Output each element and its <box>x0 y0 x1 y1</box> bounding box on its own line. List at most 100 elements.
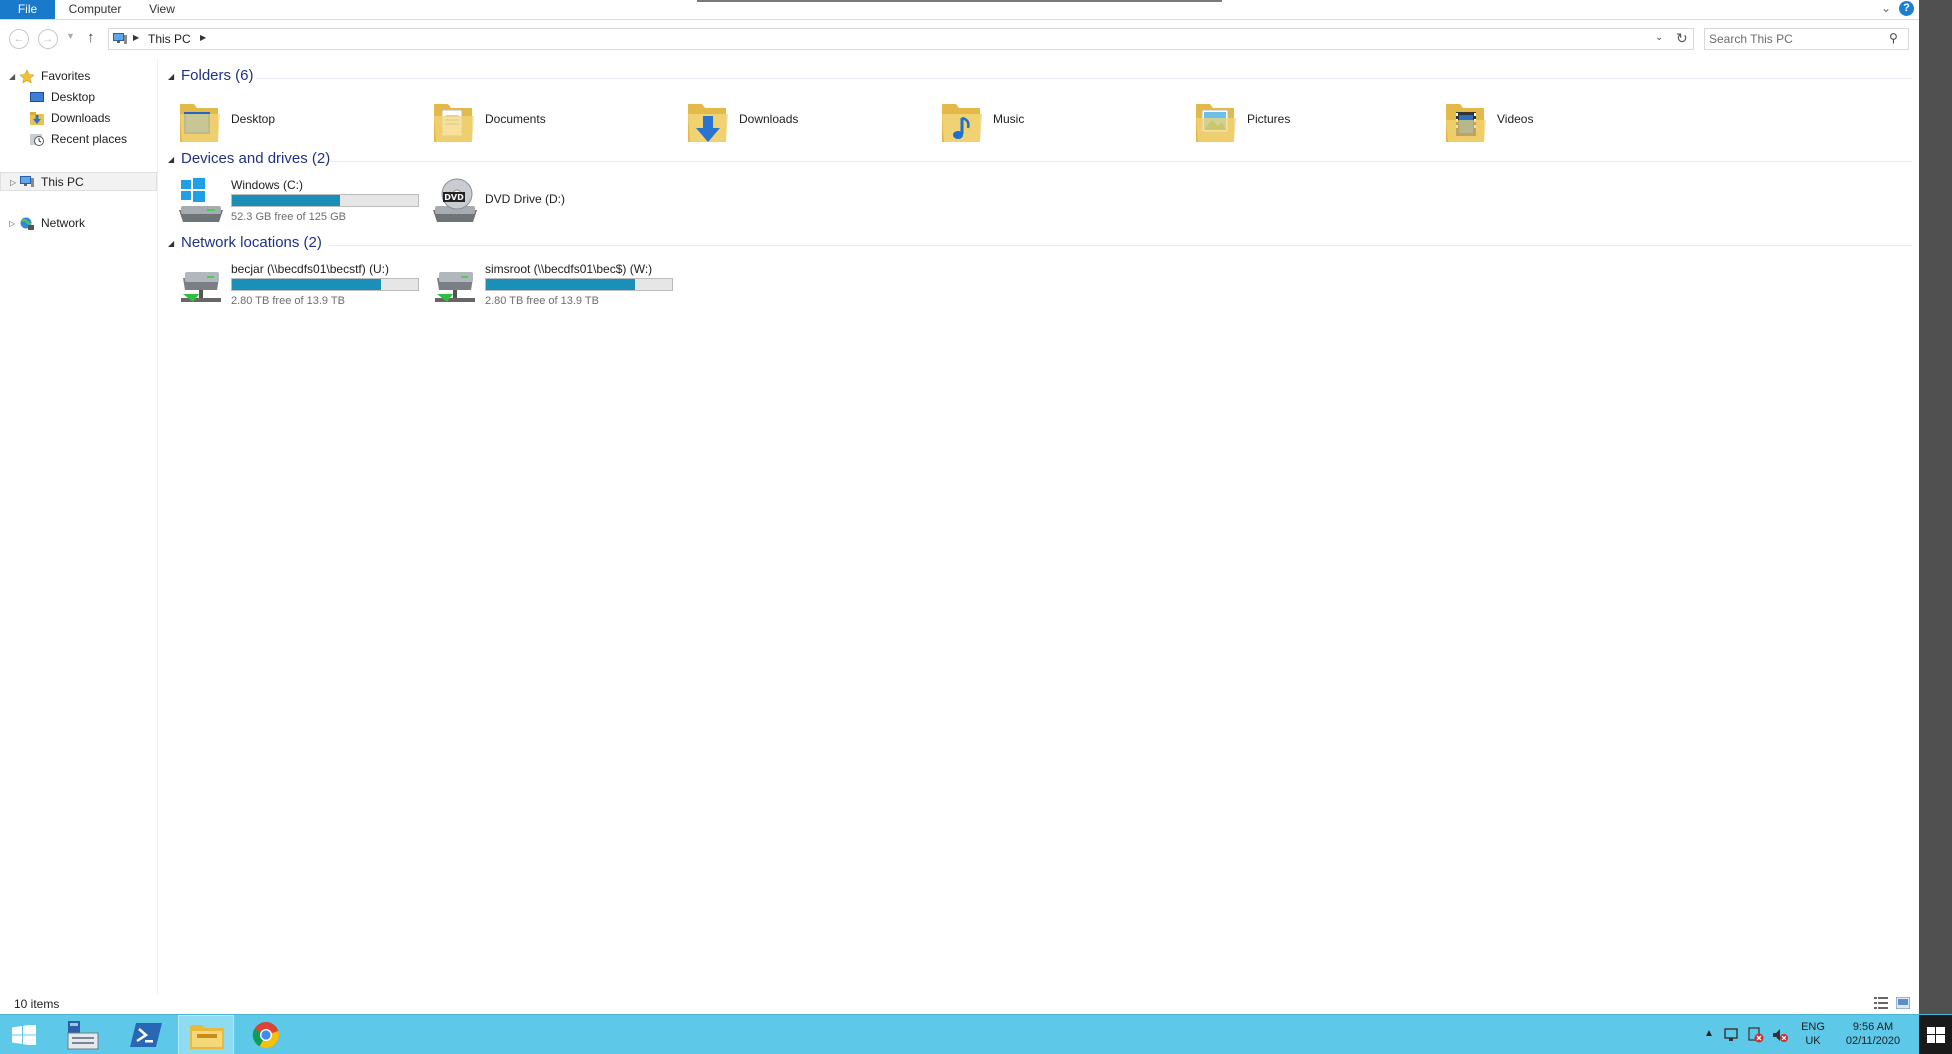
search-icon[interactable]: ⚲ <box>1889 31 1898 45</box>
language-code: ENG <box>1801 1021 1825 1033</box>
network-icon <box>20 217 34 230</box>
powershell-button[interactable] <box>118 1015 174 1054</box>
server-manager-icon <box>67 1021 99 1050</box>
drive-free-space: 2.80 TB free of 13.9 TB <box>485 295 599 307</box>
nav-item-network[interactable]: ▷ Network <box>0 214 157 233</box>
address-bar[interactable]: ▶ This PC ▶ ⌄ ↻ <box>108 28 1694 50</box>
nav-item-label: Network <box>41 216 86 230</box>
address-history-chevron-icon[interactable]: ⌄ <box>1655 32 1663 43</box>
folder-label: Desktop <box>231 112 276 126</box>
drive-windows-c[interactable]: Windows (C:) 52.3 GB free of 125 GB <box>166 176 419 232</box>
drive-dvd-d[interactable]: DVD DVD Drive (D:) <box>420 176 670 232</box>
folder-desktop[interactable]: Desktop <box>166 92 366 148</box>
action-center-error-icon[interactable] <box>1748 1027 1764 1043</box>
drive-usage-bar <box>231 194 419 207</box>
folder-pictures[interactable]: Pictures <box>1182 92 1382 148</box>
show-hidden-icons-chevron-icon[interactable]: ▲ <box>1704 1028 1720 1044</box>
chrome-icon <box>252 1022 279 1049</box>
folder-label: Pictures <box>1247 112 1291 126</box>
file-explorer-button[interactable] <box>178 1015 234 1054</box>
collapse-group-chevron-icon[interactable]: ◢ <box>168 72 174 81</box>
network-drive-icon <box>435 272 475 302</box>
nav-item-desktop[interactable]: Desktop <box>0 88 157 107</box>
nav-item-downloads[interactable]: Downloads <box>0 109 157 128</box>
breadcrumb-separator-icon[interactable]: ▶ <box>133 33 139 42</box>
nav-item-favorites[interactable]: ◢ Favorites <box>0 67 157 86</box>
forward-button[interactable]: → <box>38 29 58 49</box>
downloads-folder-icon <box>688 104 728 142</box>
ribbon: File Computer View ⌄ ? <box>0 0 1919 20</box>
back-button[interactable]: ← <box>9 29 29 49</box>
file-explorer-icon <box>190 1025 224 1049</box>
pictures-folder-icon <box>1196 104 1236 142</box>
item-count: 10 items <box>14 997 60 1011</box>
folder-downloads[interactable]: Downloads <box>674 92 874 148</box>
folder-videos[interactable]: Videos <box>1432 92 1632 148</box>
title-bar-line <box>697 0 1222 2</box>
videos-folder-icon <box>1446 104 1486 142</box>
tab-view[interactable]: View <box>142 0 182 19</box>
server-manager-button[interactable] <box>54 1015 110 1054</box>
nav-item-label: Favorites <box>41 69 91 83</box>
chrome-button[interactable] <box>238 1015 294 1054</box>
clock-time: 9:56 AM <box>1852 1021 1894 1033</box>
network-drive-w[interactable]: simsroot (\\becdfs01\bec$) (W:) 2.80 TB … <box>420 260 673 316</box>
start-button[interactable] <box>0 1015 48 1054</box>
details-view-icon[interactable] <box>1874 997 1888 1009</box>
group-header-devices[interactable]: ◢ Devices and drives (2) <box>166 150 1912 170</box>
group-header-network[interactable]: ◢ Network locations (2) <box>166 234 1912 254</box>
drive-usage-fill <box>486 279 635 290</box>
desktop-background-strip <box>1919 0 1952 1014</box>
nav-item-label: Recent places <box>51 132 128 146</box>
expand-chevron-icon[interactable]: ▷ <box>9 214 15 233</box>
taskbar: ▲ ENG UK 9:56 AM 02/11/2020 <box>0 1014 1952 1054</box>
help-button[interactable]: ? <box>1899 1 1914 16</box>
content-area: ◢ Folders (6) Desktop Documents Download… <box>166 58 1916 994</box>
navigation-bar: ← → ▼ ↑ ▶ This PC ▶ ⌄ ↻ ⚲ <box>0 21 1919 55</box>
tab-file[interactable]: File <box>0 0 55 19</box>
forward-arrow-icon: → <box>42 33 54 45</box>
computer-icon <box>20 176 34 187</box>
recent-places-icon <box>30 134 44 146</box>
group-title: Folders (6) <box>181 67 254 84</box>
drive-free-space: 2.80 TB free of 13.9 TB <box>231 295 345 307</box>
refresh-icon[interactable]: ↻ <box>1676 30 1688 47</box>
folder-label: Videos <box>1497 112 1534 126</box>
drive-usage-bar <box>231 278 419 291</box>
network-drive-u[interactable]: becjar (\\becdfs01\becstf) (U:) 2.80 TB … <box>166 260 419 316</box>
show-desktop-button[interactable] <box>1919 1015 1952 1054</box>
downloads-folder-icon <box>30 112 44 125</box>
music-folder-icon <box>942 104 982 142</box>
collapse-group-chevron-icon[interactable]: ◢ <box>168 155 174 164</box>
expand-chevron-icon[interactable]: ▷ <box>10 173 16 192</box>
computer-icon <box>113 33 127 44</box>
group-divider <box>328 245 1912 246</box>
breadcrumb-separator-icon[interactable]: ▶ <box>200 33 206 42</box>
folder-documents[interactable]: Documents <box>420 92 620 148</box>
nav-item-this-pc[interactable]: ▷ This PC <box>0 172 157 191</box>
input-language-indicator[interactable]: ENG UK <box>1796 1020 1830 1048</box>
up-arrow-icon[interactable]: ↑ <box>87 29 95 46</box>
collapse-group-chevron-icon[interactable]: ◢ <box>168 239 174 248</box>
group-header-folders[interactable]: ◢ Folders (6) <box>166 67 1912 87</box>
tab-computer[interactable]: Computer <box>62 0 128 19</box>
drive-usage-fill <box>232 195 340 206</box>
folder-label: Music <box>993 112 1025 126</box>
breadcrumb-this-pc[interactable]: This PC <box>148 32 191 46</box>
volume-muted-icon[interactable] <box>1772 1027 1788 1043</box>
collapse-chevron-icon[interactable]: ◢ <box>9 67 15 86</box>
desktop-icon <box>30 92 44 102</box>
network-tray-icon[interactable] <box>1724 1027 1740 1043</box>
recent-locations-chevron-icon[interactable]: ▼ <box>66 31 75 41</box>
search-input[interactable] <box>1709 31 1879 47</box>
status-bar: 10 items <box>0 994 1919 1014</box>
folder-music[interactable]: Music <box>928 92 1128 148</box>
nav-item-recent-places[interactable]: Recent places <box>0 130 157 149</box>
clock[interactable]: 9:56 AM 02/11/2020 <box>1838 1020 1908 1048</box>
nav-item-label: This PC <box>41 175 84 189</box>
search-box[interactable]: ⚲ <box>1704 28 1909 50</box>
svg-text:DVD: DVD <box>444 193 464 202</box>
group-divider <box>330 161 1912 162</box>
large-icons-view-icon[interactable] <box>1896 997 1910 1009</box>
expand-ribbon-chevron-icon[interactable]: ⌄ <box>1878 0 1894 18</box>
